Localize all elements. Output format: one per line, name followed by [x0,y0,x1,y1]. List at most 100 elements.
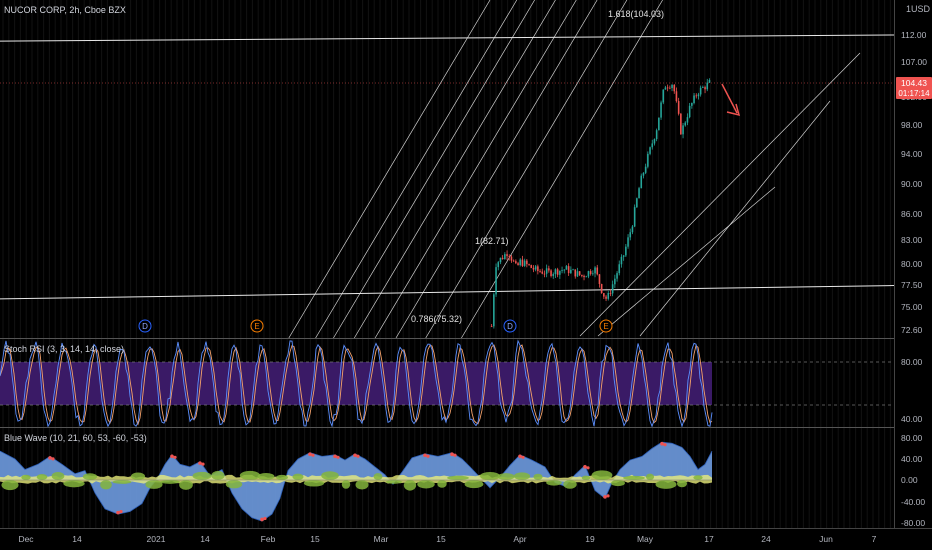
time-tick-label: 17 [704,534,714,544]
candle-body [548,268,550,271]
wave-extreme-dot [308,452,312,457]
candle-body [618,264,621,274]
price-tick-label: 72.60 [901,325,923,335]
wave-blob [497,473,515,480]
candle-body [625,246,627,256]
wave-blob [292,473,304,480]
wave-blob [513,472,531,480]
chart-canvas[interactable]: 1.618(104.03) 1(82.71) 0.786(75.32) D E … [0,0,932,550]
candle-body [581,274,583,276]
candle-body [587,271,590,277]
wave-extreme-dot [173,455,177,459]
wave-extreme-dot [311,453,315,457]
candle-body [565,266,568,270]
candle-body [603,293,605,297]
candle-body [554,269,557,275]
candle-body [583,275,585,278]
event-marker-earnings-1[interactable]: E [250,319,264,333]
price-tick-label: 83.00 [901,235,923,245]
candle-body [517,263,519,266]
candle-body [644,166,647,173]
candle-body [688,105,691,118]
candle-body [495,267,497,295]
price-tick-label: 94.00 [901,149,923,159]
wave-blob [192,471,212,480]
wave-tick-label: 40.00 [901,454,923,464]
wave-blob [21,474,31,480]
wave-blob [145,480,163,489]
candle-body [563,269,566,271]
wave-tick-label: -40.00 [901,497,925,507]
wave-blob [645,473,655,480]
blue-wave-label[interactable]: Blue Wave (10, 21, 60, 53, -60, -53) [4,433,147,443]
wave-blob [276,474,288,480]
candle-body [504,254,506,260]
candle-body [684,122,687,126]
candle-body [600,284,603,294]
wave-blob [464,480,484,489]
price-tick-label: 98.00 [901,120,923,130]
wave-tick-label: -80.00 [901,518,925,528]
wave-extreme-dot [356,454,360,458]
candle-body [609,292,612,294]
candle-body [614,278,616,285]
time-tick-label: 15 [310,534,320,544]
candle-body [677,101,680,114]
candle-body [636,198,638,208]
wave-blob [130,472,146,480]
wave-extreme-dot [336,455,340,459]
wave-blob [385,480,403,484]
price-tick-label: 112.00 [901,30,927,40]
time-tick-label: 14 [200,534,210,544]
event-marker-earnings-2[interactable]: E [599,319,613,333]
wave-blob [655,480,677,489]
wave-extreme-dot [450,452,454,457]
wave-blob [179,480,193,490]
wave-blob [1,480,19,491]
candle-body [666,87,669,89]
wave-blob [341,480,351,489]
candle-body [620,256,623,265]
candle-body [631,226,634,233]
wave-extreme-dot [426,454,430,458]
candle-body [567,266,570,274]
wave-extreme-dot [518,454,522,459]
price-tick-label: 86.00 [901,209,923,219]
wave-blob [417,480,435,489]
candle-body [642,172,645,176]
time-tick-label: Apr [513,534,526,544]
candle-body [585,276,588,278]
symbol-label[interactable]: NUCOR CORP, 2h, Cboe BZX [4,5,126,15]
wave-blob [533,473,543,481]
candle-body [578,271,581,275]
wave-tick-label: 0.00 [901,475,918,485]
wave-blob [321,471,339,480]
stoch-tick-label: 80.00 [901,357,923,367]
time-tick-label: 19 [585,534,595,544]
stoch-rsi-label[interactable]: Stoch RSI (3, 3, 14, 14, close) [4,344,124,354]
candle-body [640,175,643,189]
candle-body [699,87,702,95]
wave-blob [591,470,613,480]
candle-body [510,256,513,261]
wave-extreme-dot [48,456,52,460]
time-tick-label: Dec [18,534,34,544]
wave-blob [51,471,65,480]
time-tick-label: 7 [872,534,877,544]
fib-label-low: 0.786(75.32) [411,314,462,324]
candle-body [550,270,552,277]
event-marker-dividend-2[interactable]: D [503,319,517,333]
candle-body [695,95,698,97]
candle-body [528,264,530,266]
wave-blob [355,480,369,490]
candle-body [539,270,541,272]
candle-body [570,269,572,274]
currency-label: USD [911,4,931,14]
candle-body [519,259,522,266]
wave-extreme-dot [660,441,664,446]
fib-label-top: 1.618(104.03) [608,9,664,19]
candle-body [660,102,662,118]
event-marker-dividend-1[interactable]: D [138,319,152,333]
candle-body [561,270,563,272]
candle-body [693,95,695,104]
